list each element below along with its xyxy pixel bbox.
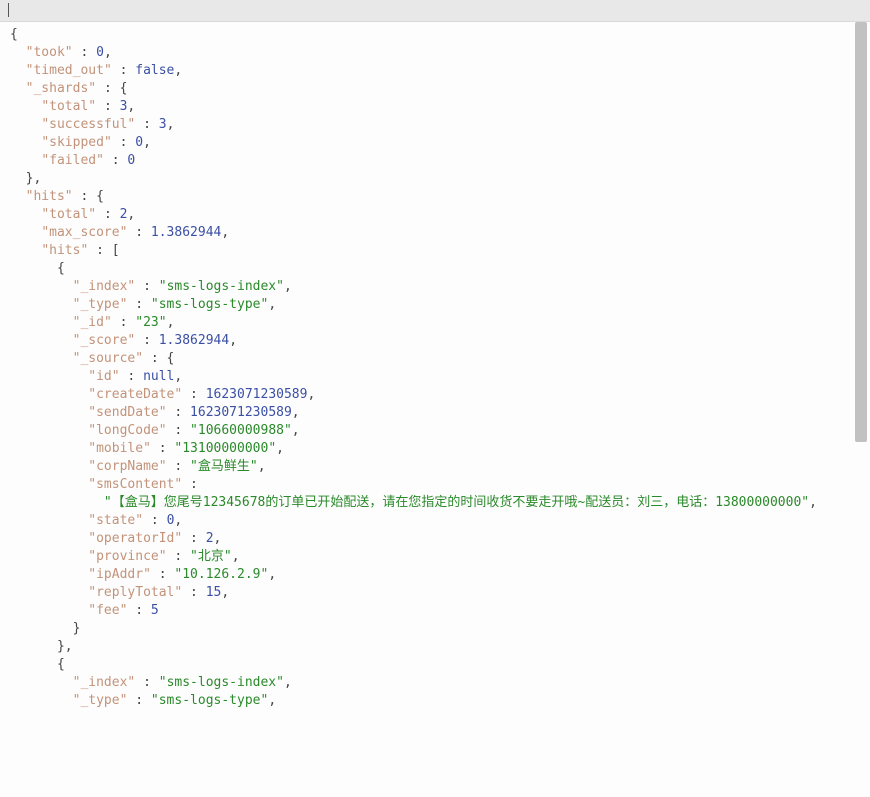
key-index-2: _index (80, 675, 127, 690)
key-max-score: max_score (49, 225, 119, 240)
key-type: _type (80, 297, 119, 312)
key-id: _id (80, 315, 103, 330)
key-src-id: id (96, 369, 112, 384)
val-h1-type: sms-logs-type (159, 693, 261, 708)
key-took: took (33, 45, 64, 60)
val-fee: 5 (151, 603, 159, 618)
val-h0-score: 1.3862944 (159, 333, 229, 348)
code-viewport: { "took" : 0, "timed_out" : false, "_sha… (0, 22, 870, 797)
key-shards-total: total (49, 99, 88, 114)
val-shards-skipped: 0 (135, 135, 143, 150)
val-long-code: 10660000988 (198, 423, 284, 438)
key-sms-content: smsContent (96, 477, 174, 492)
val-sms-content: 【盒马】您尾号12345678的订单已开始配送，请在您指定的时间收货不要走开哦~… (112, 495, 802, 510)
text-cursor (8, 3, 9, 17)
val-operator-id: 2 (206, 531, 214, 546)
key-shards-failed: failed (49, 153, 96, 168)
key-score: _score (80, 333, 127, 348)
val-src-id: null (143, 369, 174, 384)
key-send-date: sendDate (96, 405, 159, 420)
key-shards: _shards (33, 81, 88, 96)
val-took: 0 (96, 45, 104, 60)
key-long-code: longCode (96, 423, 159, 438)
val-h0-index: sms-logs-index (167, 279, 277, 294)
val-ip-addr: 10.126.2.9 (182, 567, 260, 582)
key-fee: fee (96, 603, 119, 618)
val-send-date: 1623071230589 (190, 405, 292, 420)
key-state: state (96, 513, 135, 528)
json-code-block: { "took" : 0, "timed_out" : false, "_sha… (0, 22, 840, 710)
val-reply-total: 15 (206, 585, 222, 600)
key-type-2: _type (80, 693, 119, 708)
editor-topbar (0, 0, 870, 22)
key-shards-skipped: skipped (49, 135, 104, 150)
val-h0-type: sms-logs-type (159, 297, 261, 312)
key-province: province (96, 549, 159, 564)
val-province: 北京 (198, 549, 224, 564)
val-shards-successful: 3 (159, 117, 167, 132)
key-source: _source (80, 351, 135, 366)
val-mobile: 13100000000 (182, 441, 268, 456)
key-hits-total: total (49, 207, 88, 222)
val-h1-index: sms-logs-index (167, 675, 277, 690)
key-operator-id: operatorId (96, 531, 174, 546)
key-create-date: createDate (96, 387, 174, 402)
key-index: _index (80, 279, 127, 294)
key-reply-total: replyTotal (96, 585, 174, 600)
val-create-date: 1623071230589 (206, 387, 308, 402)
key-mobile: mobile (96, 441, 143, 456)
val-timed-out: false (135, 63, 174, 78)
key-hits-array: hits (49, 243, 80, 258)
key-timed-out: timed_out (33, 63, 103, 78)
scrollbar-thumb[interactable] (855, 22, 867, 442)
key-ip-addr: ipAddr (96, 567, 143, 582)
scrollbar-track[interactable] (855, 22, 867, 792)
val-max-score: 1.3862944 (151, 225, 221, 240)
key-corp-name: corpName (96, 459, 159, 474)
val-corp-name: 盒马鲜生 (198, 459, 250, 474)
val-shards-failed: 0 (127, 153, 135, 168)
key-hits: hits (33, 189, 64, 204)
key-shards-successful: successful (49, 117, 127, 132)
val-h0-id: 23 (143, 315, 159, 330)
